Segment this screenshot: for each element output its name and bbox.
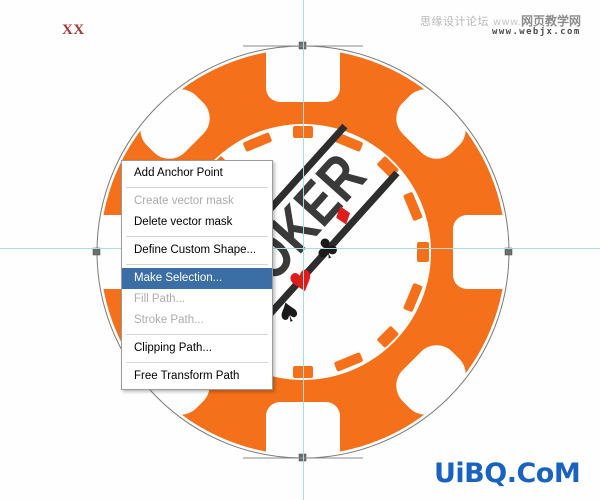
menu-item-delete-vector-mask[interactable]: Delete vector mask [122, 212, 272, 233]
guide-horizontal[interactable] [0, 248, 600, 249]
forum-watermark: 思缘设计论坛 www.网页教学网 [420, 12, 600, 28]
poker-chip-artwork: POKER ♦ ♣ ♥ ♠ [92, 41, 513, 462]
menu-separator [126, 334, 268, 335]
menu-item-stroke-path: Stroke Path... [134, 314, 204, 326]
forum-watermark-cn2: 网页教学网 [521, 14, 582, 28]
brand-watermark: UiBQ.CoM [434, 458, 581, 489]
guide-vertical[interactable] [303, 0, 304, 500]
path-context-menu[interactable]: Add Anchor Point Create vector mask Delete… [121, 160, 273, 390]
menu-item-clipping-path[interactable]: Clipping Path... [122, 338, 272, 359]
menu-separator [126, 187, 268, 188]
menu-item-fill-path: Fill Path... [134, 293, 186, 305]
menu-item-create-vector-mask: Create vector mask [134, 195, 234, 207]
menu-item-define-custom-shape[interactable]: Define Custom Shape... [122, 240, 272, 261]
menu-item-add-anchor-point[interactable]: Add Anchor Point [122, 163, 272, 184]
forum-watermark-url: www.webjx.com [492, 27, 581, 37]
forum-watermark-cn: 思缘设计论坛 [420, 15, 489, 28]
menu-separator [126, 236, 268, 237]
menu-item-free-transform-path[interactable]: Free Transform Path [122, 366, 272, 387]
menu-separator [126, 362, 268, 363]
menu-separator [126, 264, 268, 265]
editor-canvas[interactable]: POKER ♦ ♣ ♥ ♠ XX 思缘设计论坛 www.网页教学网 www.web… [0, 0, 600, 500]
page-label-xx: XX [62, 22, 85, 38]
menu-item-make-selection[interactable]: Make Selection... [122, 268, 272, 289]
